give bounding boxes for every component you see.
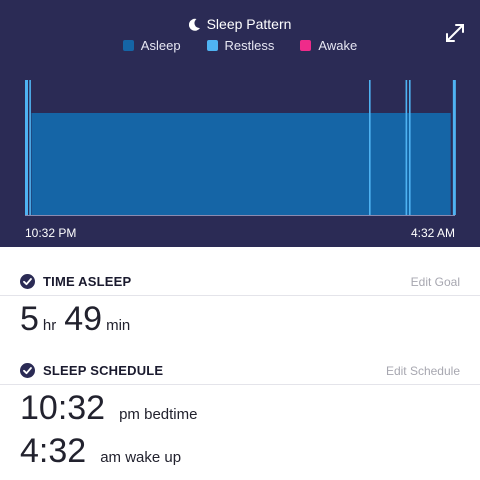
time-asleep-title: TIME ASLEEP bbox=[20, 274, 131, 289]
edit-goal-link[interactable]: Edit Goal bbox=[411, 275, 460, 289]
legend-item-restless: Restless bbox=[206, 38, 275, 53]
time-asleep-title-text: TIME ASLEEP bbox=[43, 274, 132, 289]
hours-unit: hr bbox=[42, 317, 57, 334]
chart-legend: Asleep Restless Awake bbox=[0, 38, 480, 53]
chart-title-text: Sleep Pattern bbox=[206, 16, 292, 32]
hours-value: 5 bbox=[20, 300, 39, 338]
restless-mark-0 bbox=[25, 80, 28, 215]
legend-swatch-awake bbox=[300, 40, 312, 51]
restless-mark-4 bbox=[408, 80, 411, 215]
restless-mark-5 bbox=[452, 80, 456, 215]
wake-suffix: am wake up bbox=[100, 449, 182, 466]
bedtime-suffix: pm bedtime bbox=[119, 406, 198, 423]
bedtime-value: 10:32 bbox=[20, 389, 106, 427]
sleep-schedule-title: SLEEP SCHEDULE bbox=[20, 363, 163, 378]
sleep-chart-panel: Sleep Pattern Asleep Restless Awake 10:3… bbox=[0, 0, 480, 247]
check-circle-icon bbox=[20, 274, 35, 289]
wake-row: 4:32 am wake up bbox=[0, 432, 480, 471]
sleep-schedule-title-text: SLEEP SCHEDULE bbox=[43, 363, 164, 378]
restless-mark-2 bbox=[369, 80, 371, 215]
restless-mark-1 bbox=[29, 80, 31, 215]
legend-label-asleep: Asleep bbox=[140, 38, 181, 53]
legend-swatch-restless bbox=[206, 40, 218, 51]
legend-item-asleep: Asleep bbox=[122, 38, 181, 53]
legend-label-restless: Restless bbox=[224, 38, 275, 53]
sleep-schedule-section: SLEEP SCHEDULE Edit Schedule 10:32 pm be… bbox=[0, 357, 480, 471]
minutes-unit: min bbox=[106, 317, 131, 334]
legend-swatch-asleep bbox=[122, 40, 134, 51]
legend-label-awake: Awake bbox=[318, 38, 358, 53]
time-asleep-section: TIME ASLEEP Edit Goal 5 hr 49 min bbox=[0, 268, 480, 339]
minutes-value: 49 bbox=[64, 300, 103, 338]
expand-icon[interactable] bbox=[444, 22, 466, 44]
x-axis-end-label: 4:32 AM bbox=[410, 226, 455, 240]
moon-icon bbox=[188, 18, 200, 31]
chart-title: Sleep Pattern bbox=[0, 16, 480, 32]
x-axis-start-label: 10:32 PM bbox=[25, 226, 77, 240]
check-circle-icon bbox=[20, 363, 35, 378]
restless-mark-3 bbox=[405, 80, 408, 215]
sleep-schedule-header: SLEEP SCHEDULE Edit Schedule bbox=[0, 357, 480, 385]
time-asleep-value: 5 hr 49 min bbox=[0, 300, 480, 339]
wake-value: 4:32 bbox=[20, 432, 87, 470]
time-asleep-header: TIME ASLEEP Edit Goal bbox=[0, 268, 480, 296]
bedtime-row: 10:32 pm bedtime bbox=[0, 389, 480, 428]
asleep-segment-0 bbox=[31, 113, 451, 215]
legend-item-awake: Awake bbox=[300, 38, 357, 53]
edit-schedule-link[interactable]: Edit Schedule bbox=[386, 364, 460, 378]
